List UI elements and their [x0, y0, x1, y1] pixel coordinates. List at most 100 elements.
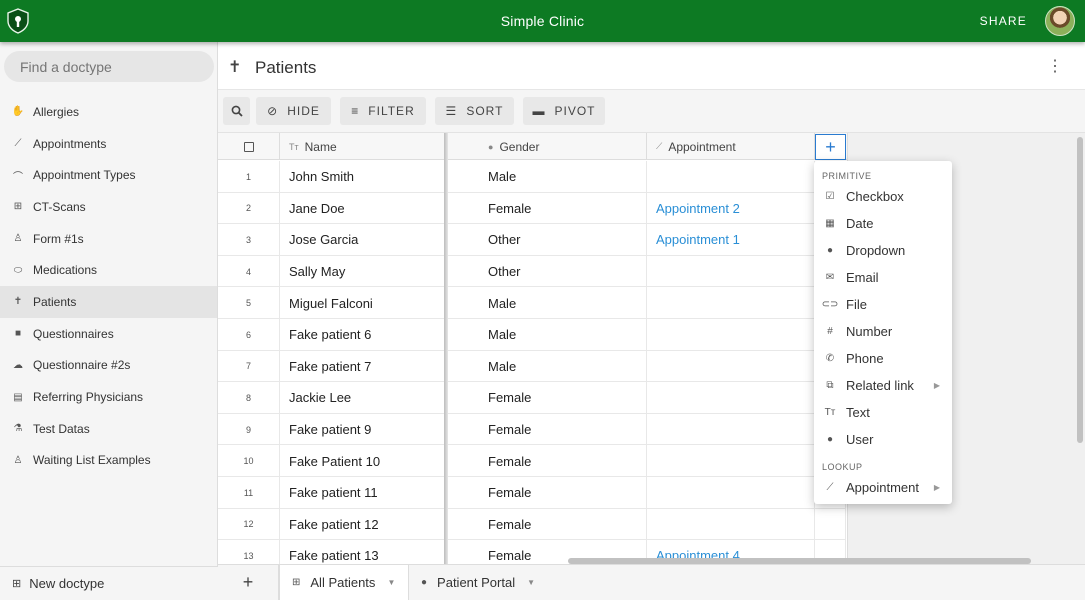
row-number-cell[interactable]: 11: [218, 477, 280, 509]
menu-item-user[interactable]: ● User: [814, 426, 952, 453]
name-cell[interactable]: John Smith: [280, 161, 446, 193]
appointment-cell[interactable]: [647, 350, 815, 383]
table-row[interactable]: 1 John Smith Male: [218, 161, 846, 193]
sidebar-item-referring-physicians[interactable]: ▤ Referring Physicians: [0, 381, 217, 413]
appointment-cell[interactable]: [647, 477, 815, 509]
row-number-cell[interactable]: 1: [218, 161, 280, 193]
appointment-cell[interactable]: [647, 382, 815, 414]
more-options-icon[interactable]: ⋮: [1047, 56, 1063, 76]
sidebar-item-test-datas[interactable]: ⚗ Test Datas: [0, 413, 217, 445]
row-number-cell[interactable]: 12: [218, 508, 280, 541]
appointment-cell[interactable]: [647, 445, 815, 477]
hide-fields-button[interactable]: ⊘ HIDE: [256, 97, 331, 125]
name-cell[interactable]: Fake patient 6: [280, 319, 446, 351]
doctype-search-input[interactable]: [4, 51, 214, 82]
empty-cell[interactable]: [815, 508, 846, 541]
share-button[interactable]: SHARE: [980, 14, 1027, 28]
gender-cell[interactable]: Female: [479, 192, 647, 225]
menu-item-checkbox[interactable]: ☑ Checkbox: [814, 183, 952, 210]
pivot-button[interactable]: ▬ PIVOT: [523, 97, 605, 125]
gender-cell[interactable]: Male: [479, 319, 647, 351]
name-cell[interactable]: Fake patient 9: [280, 413, 446, 446]
filter-button[interactable]: ≡ FILTER: [340, 97, 426, 125]
menu-item-date[interactable]: ▦ Date: [814, 210, 952, 237]
table-row[interactable]: 4 Sally May Other: [218, 255, 846, 288]
table-row[interactable]: 11 Fake patient 11 Female: [218, 477, 846, 509]
sidebar-item-waiting-list-examples[interactable]: ♙ Waiting List Examples: [0, 445, 217, 477]
column-header-gender[interactable]: ● Gender: [479, 133, 647, 160]
appointment-cell[interactable]: Appointment 1: [647, 224, 815, 256]
tab-patient-portal[interactable]: ● Patient Portal ▼: [409, 565, 549, 600]
appointment-cell[interactable]: Appointment 2: [647, 192, 815, 225]
name-cell[interactable]: Fake patient 12: [280, 508, 446, 541]
gender-cell[interactable]: Other: [479, 255, 647, 288]
sidebar-item-form-1s[interactable]: ♙ Form #1s: [0, 223, 217, 255]
chevron-down-icon[interactable]: ▼: [387, 578, 395, 587]
name-cell[interactable]: Fake patient 13: [280, 540, 446, 564]
table-row[interactable]: 12 Fake patient 12 Female: [218, 508, 846, 541]
name-cell[interactable]: Jane Doe: [280, 192, 446, 225]
row-number-cell[interactable]: 6: [218, 319, 280, 351]
table-row[interactable]: 8 Jackie Lee Female: [218, 382, 846, 414]
row-number-cell[interactable]: 13: [218, 540, 280, 564]
search-button[interactable]: [223, 97, 250, 125]
user-avatar[interactable]: [1045, 6, 1075, 36]
appointment-cell[interactable]: [647, 287, 815, 319]
row-number-cell[interactable]: 7: [218, 350, 280, 383]
name-cell[interactable]: Jackie Lee: [280, 382, 446, 414]
menu-item-appointment-lookup[interactable]: ⟋ Appointment ▶: [814, 474, 952, 501]
row-number-cell[interactable]: 8: [218, 382, 280, 414]
menu-item-dropdown[interactable]: ● Dropdown: [814, 237, 952, 264]
appointment-cell[interactable]: [647, 413, 815, 446]
appointment-cell[interactable]: [647, 319, 815, 351]
table-row[interactable]: 3 Jose Garcia Other Appointment 1: [218, 224, 846, 256]
row-number-cell[interactable]: 10: [218, 445, 280, 477]
tab-all-patients[interactable]: ⊞ All Patients ▼: [279, 565, 409, 600]
row-number-cell[interactable]: 2: [218, 192, 280, 225]
table-row[interactable]: 2 Jane Doe Female Appointment 2: [218, 192, 846, 225]
sort-button[interactable]: ☰ SORT: [435, 97, 514, 125]
gender-cell[interactable]: Female: [479, 382, 647, 414]
menu-item-file[interactable]: ⊂⊃ File: [814, 291, 952, 318]
gender-cell[interactable]: Male: [479, 161, 647, 193]
add-view-button[interactable]: +: [218, 565, 279, 600]
name-cell[interactable]: Fake patient 11: [280, 477, 446, 509]
sidebar-item-ct-scans[interactable]: ⊞ CT-Scans: [0, 191, 217, 223]
sidebar-item-patients[interactable]: ✝ Patients: [0, 286, 217, 318]
menu-item-text[interactable]: Tт Text: [814, 399, 952, 426]
sidebar-item-appointment-types[interactable]: ⌒ Appointment Types: [0, 159, 217, 191]
appointment-cell[interactable]: [647, 161, 815, 193]
sidebar-item-medications[interactable]: ⬭ Medications: [0, 254, 217, 286]
appointment-cell[interactable]: [647, 508, 815, 541]
row-number-cell[interactable]: 4: [218, 255, 280, 288]
row-number-cell[interactable]: 9: [218, 413, 280, 446]
appointment-cell[interactable]: [647, 255, 815, 288]
menu-item-phone[interactable]: ✆ Phone: [814, 345, 952, 372]
name-cell[interactable]: Fake patient 7: [280, 350, 446, 383]
menu-item-number[interactable]: # Number: [814, 318, 952, 345]
sidebar-item-allergies[interactable]: ✋ Allergies: [0, 96, 217, 128]
column-header-name[interactable]: Tт Name: [280, 133, 446, 160]
table-row[interactable]: 10 Fake Patient 10 Female: [218, 445, 846, 477]
table-row[interactable]: 5 Miguel Falconi Male: [218, 287, 846, 319]
gender-cell[interactable]: Male: [479, 350, 647, 383]
add-column-button[interactable]: +: [815, 134, 846, 160]
name-cell[interactable]: Miguel Falconi: [280, 287, 446, 319]
gender-cell[interactable]: Female: [479, 445, 647, 477]
table-row[interactable]: 7 Fake patient 7 Male: [218, 350, 846, 383]
name-cell[interactable]: Jose Garcia: [280, 224, 446, 256]
table-row[interactable]: 9 Fake patient 9 Female: [218, 413, 846, 446]
table-row[interactable]: 6 Fake patient 6 Male: [218, 319, 846, 351]
sidebar-item-questionnaire-2s[interactable]: ☁ Questionnaire #2s: [0, 350, 217, 382]
gender-cell[interactable]: Female: [479, 508, 647, 541]
row-number-cell[interactable]: 3: [218, 224, 280, 256]
row-number-cell[interactable]: 5: [218, 287, 280, 319]
column-header-appointment[interactable]: ⟋ Appointment: [647, 133, 815, 160]
menu-item-email[interactable]: ✉ Email: [814, 264, 952, 291]
chevron-down-icon[interactable]: ▼: [527, 578, 535, 587]
sidebar-item-appointments[interactable]: ⟋ Appointments: [0, 128, 217, 160]
gender-cell[interactable]: Female: [479, 477, 647, 509]
name-cell[interactable]: Sally May: [280, 255, 446, 288]
sidebar-item-questionnaires[interactable]: ■ Questionnaires: [0, 318, 217, 350]
gender-cell[interactable]: Male: [479, 287, 647, 319]
